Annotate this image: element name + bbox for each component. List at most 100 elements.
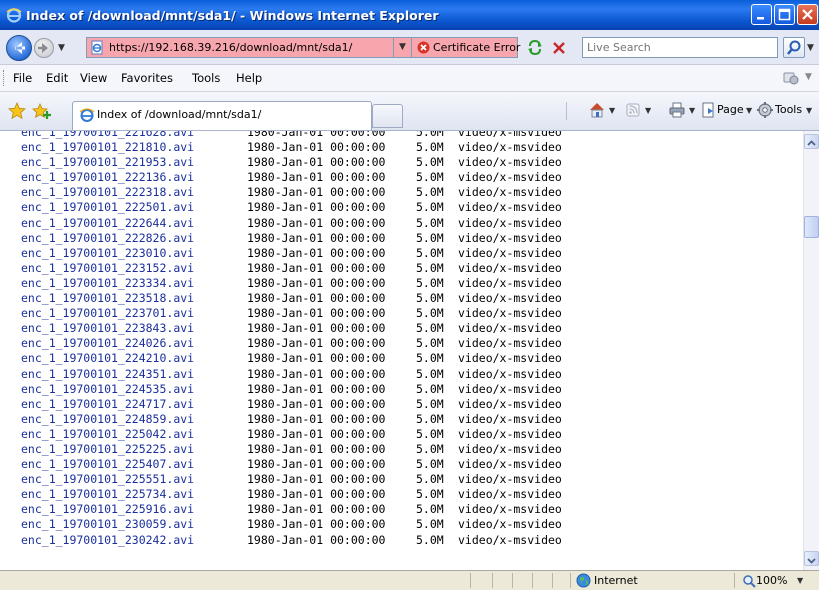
page-menu-icon[interactable] <box>699 101 717 119</box>
refresh-icon[interactable] <box>526 38 544 57</box>
close-button[interactable] <box>797 4 818 25</box>
menu-view[interactable]: View <box>80 71 107 85</box>
file-link[interactable]: enc_1_19700101_224351.avi <box>21 367 194 382</box>
search-input[interactable] <box>583 38 773 57</box>
file-date: 1980-Jan-01 00:00:00 <box>247 426 386 441</box>
file-size: 5.0M <box>416 351 444 366</box>
add-favorites-icon[interactable] <box>32 102 52 120</box>
tools-menu-dropdown[interactable]: ▼ <box>806 106 812 115</box>
print-icon[interactable] <box>668 101 686 119</box>
file-size: 5.0M <box>416 321 444 336</box>
menu-favorites[interactable]: Favorites <box>121 71 173 85</box>
file-link[interactable]: enc_1_19700101_230059.avi <box>21 517 194 532</box>
new-tab-button[interactable] <box>372 104 403 128</box>
file-link[interactable]: enc_1_19700101_223152.avi <box>21 261 194 276</box>
forward-button[interactable] <box>34 38 54 58</box>
file-link[interactable]: enc_1_19700101_225551.avi <box>21 472 194 487</box>
file-link[interactable]: enc_1_19700101_221628.avi <box>21 131 194 140</box>
file-type: video/x-msvideo <box>458 140 562 155</box>
vertical-scrollbar[interactable] <box>803 131 819 570</box>
minimize-icon <box>757 17 764 20</box>
file-size: 5.0M <box>416 170 444 185</box>
address-dropdown[interactable]: ▼ <box>394 37 412 58</box>
file-link[interactable]: enc_1_19700101_225225.avi <box>21 442 194 457</box>
file-size: 5.0M <box>416 185 444 200</box>
home-dropdown[interactable]: ▼ <box>609 106 615 115</box>
file-link[interactable]: enc_1_19700101_225407.avi <box>21 457 194 472</box>
feeds-dropdown[interactable]: ▼ <box>645 106 651 115</box>
file-link[interactable]: enc_1_19700101_225916.avi <box>21 502 194 517</box>
file-link[interactable]: enc_1_19700101_222318.avi <box>21 185 194 200</box>
zoom-dropdown[interactable]: ▼ <box>797 576 803 585</box>
file-date: 1980-Jan-01 00:00:00 <box>247 411 386 426</box>
scroll-up-button[interactable] <box>804 134 819 149</box>
file-link[interactable]: enc_1_19700101_224535.avi <box>21 382 194 397</box>
file-type: video/x-msvideo <box>458 426 562 441</box>
file-size: 5.0M <box>416 381 444 396</box>
home-icon[interactable] <box>588 101 606 119</box>
file-size: 5.0M <box>416 275 444 290</box>
file-link[interactable]: enc_1_19700101_224859.avi <box>21 412 194 427</box>
tab-current[interactable]: Index of /download/mnt/sda1/ <box>72 101 372 130</box>
address-url[interactable]: https://192.168.39.216/download/mnt/sda1… <box>109 41 352 54</box>
maximize-button[interactable] <box>774 4 795 25</box>
search-box[interactable] <box>582 37 778 58</box>
stop-icon[interactable] <box>550 38 568 57</box>
page-menu-button[interactable]: Page <box>717 103 744 116</box>
menu-bar: File Edit View Favorites Tools Help ▼ <box>0 65 819 92</box>
file-link[interactable]: enc_1_19700101_222501.avi <box>21 200 194 215</box>
toolbar-grip[interactable] <box>3 70 6 86</box>
print-dropdown[interactable]: ▼ <box>689 106 695 115</box>
file-link[interactable]: enc_1_19700101_225734.avi <box>21 487 194 502</box>
feeds-icon[interactable] <box>624 101 642 119</box>
file-link[interactable]: enc_1_19700101_223701.avi <box>21 306 194 321</box>
file-link[interactable]: enc_1_19700101_222826.avi <box>21 231 194 246</box>
file-link[interactable]: enc_1_19700101_223010.avi <box>21 246 194 261</box>
file-link[interactable]: enc_1_19700101_222136.avi <box>21 170 194 185</box>
file-link[interactable]: enc_1_19700101_230242.avi <box>21 533 194 548</box>
menu-file[interactable]: File <box>13 71 32 85</box>
file-size: 5.0M <box>416 155 444 170</box>
file-date: 1980-Jan-01 00:00:00 <box>247 131 386 139</box>
file-link[interactable]: enc_1_19700101_222644.avi <box>21 216 194 231</box>
file-type: video/x-msvideo <box>458 381 562 396</box>
recent-pages-dropdown[interactable]: ▼ <box>58 43 65 53</box>
file-link[interactable]: enc_1_19700101_224026.avi <box>21 336 194 351</box>
file-link[interactable]: enc_1_19700101_223518.avi <box>21 291 194 306</box>
navigation-bar: ▼ https://192.168.39.216/download/mnt/sd… <box>0 30 819 65</box>
zoom-level[interactable]: 100% <box>756 574 787 587</box>
security-zone[interactable]: Internet <box>594 574 638 587</box>
file-type: video/x-msvideo <box>458 502 562 517</box>
back-button[interactable] <box>6 35 32 61</box>
scroll-thumb[interactable] <box>804 216 819 238</box>
file-size: 5.0M <box>416 532 444 547</box>
file-link[interactable]: enc_1_19700101_223843.avi <box>21 321 194 336</box>
file-link[interactable]: enc_1_19700101_221953.avi <box>21 155 194 170</box>
minimize-button[interactable] <box>751 4 772 25</box>
file-type: video/x-msvideo <box>458 321 562 336</box>
file-size: 5.0M <box>416 291 444 306</box>
file-link[interactable]: enc_1_19700101_223334.avi <box>21 276 194 291</box>
file-link[interactable]: enc_1_19700101_224717.avi <box>21 397 194 412</box>
menu-help[interactable]: Help <box>236 71 262 85</box>
file-link[interactable]: enc_1_19700101_224210.avi <box>21 351 194 366</box>
menu-tools[interactable]: Tools <box>192 71 220 85</box>
scroll-down-button[interactable] <box>804 551 819 566</box>
tools-gear-icon[interactable] <box>756 101 774 119</box>
address-bar[interactable]: https://192.168.39.216/download/mnt/sda1… <box>86 37 394 58</box>
menu-edit[interactable]: Edit <box>46 71 68 85</box>
file-link[interactable]: enc_1_19700101_221810.avi <box>21 140 194 155</box>
toolbar-options-dropdown[interactable]: ▼ <box>805 72 812 82</box>
certificate-error-button[interactable]: Certificate Error <box>412 37 520 58</box>
toolbar-options-icon[interactable] <box>782 69 800 87</box>
search-options-dropdown[interactable]: ▼ <box>807 43 814 53</box>
file-date: 1980-Jan-01 00:00:00 <box>247 472 386 487</box>
file-size: 5.0M <box>416 245 444 260</box>
search-button[interactable] <box>783 37 805 58</box>
file-link[interactable]: enc_1_19700101_225042.avi <box>21 427 194 442</box>
favorites-star-icon[interactable] <box>8 102 26 120</box>
page-menu-dropdown[interactable]: ▼ <box>746 106 752 115</box>
tools-menu-button[interactable]: Tools <box>775 103 802 116</box>
file-type: video/x-msvideo <box>458 441 562 456</box>
file-type: video/x-msvideo <box>458 517 562 532</box>
